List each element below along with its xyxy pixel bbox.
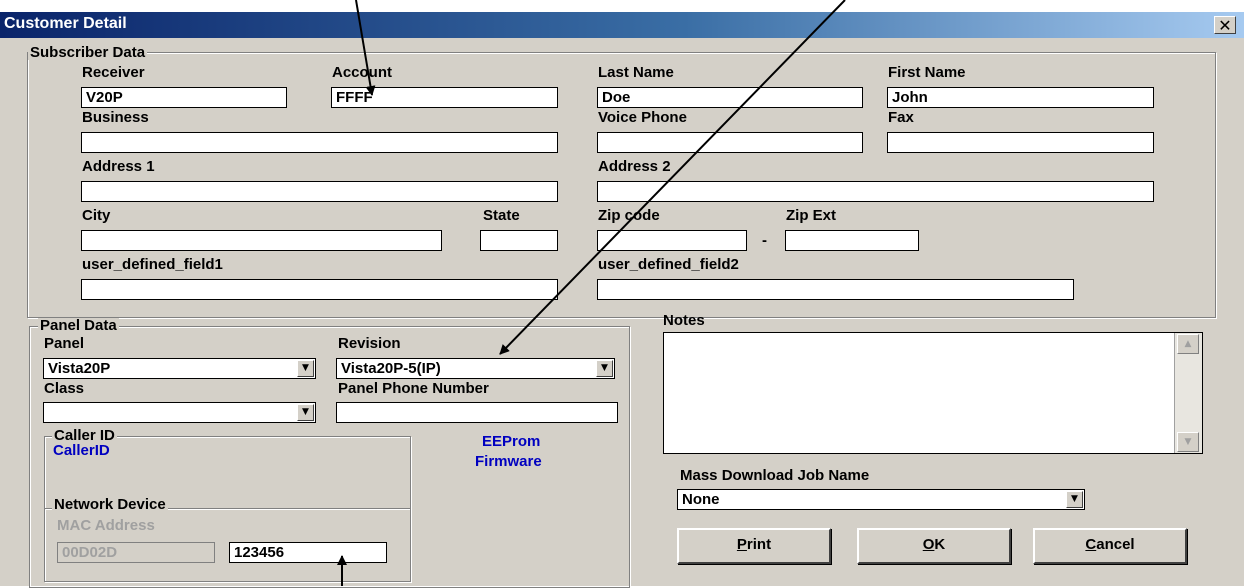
user-defined-field1-input[interactable] <box>81 279 558 300</box>
receiver-label: Receiver <box>82 64 145 81</box>
fax-field[interactable] <box>887 132 1154 153</box>
ok-button-label: K <box>934 536 946 553</box>
user-defined-field2-input[interactable] <box>597 279 1074 300</box>
zip-code-field[interactable] <box>597 230 747 251</box>
network-device-legend: Network Device <box>52 496 168 513</box>
mass-download-select[interactable]: None ▼ <box>677 489 1085 510</box>
mass-download-label: Mass Download Job Name <box>680 467 870 484</box>
address2-field[interactable] <box>597 181 1154 202</box>
user-defined-field1-label: user_defined_field1 <box>82 256 223 273</box>
cancel-button-label: ancel <box>1096 536 1135 553</box>
class-label: Class <box>44 380 85 397</box>
zip-ext-label: Zip Ext <box>786 207 837 224</box>
cancel-button[interactable]: Cancel <box>1033 528 1187 564</box>
account-label: Account <box>332 64 392 81</box>
voice-phone-field[interactable] <box>597 132 863 153</box>
last-name-field[interactable]: Doe <box>597 87 863 108</box>
arrow-down-icon[interactable]: ▼ <box>1177 432 1199 452</box>
mass-download-value: None <box>682 491 720 508</box>
city-label: City <box>82 207 111 224</box>
panel-select-value: Vista20P <box>48 360 111 377</box>
ok-accelerator: O <box>922 536 935 553</box>
print-button-label: rint <box>746 536 772 553</box>
notes-label: Notes <box>663 312 705 329</box>
window-title: Customer Detail <box>4 15 127 32</box>
panel-phone-field[interactable] <box>336 402 618 423</box>
account-field[interactable]: FFFF <box>331 87 558 108</box>
caller-id-legend: Caller ID <box>52 427 117 444</box>
revision-select-value: Vista20P-5(IP) <box>341 360 441 377</box>
notes-textarea[interactable]: ▲ ▼ <box>663 332 1203 454</box>
chevron-down-icon[interactable]: ▼ <box>297 404 314 421</box>
chevron-down-icon[interactable]: ▼ <box>297 360 314 377</box>
first-name-label: First Name <box>888 64 966 81</box>
title-bar: Customer Detail ✕ <box>0 12 1244 38</box>
revision-label: Revision <box>338 335 401 352</box>
state-label: State <box>483 207 520 224</box>
mac-address-label: MAC Address <box>57 517 155 534</box>
panel-select[interactable]: Vista20P ▼ <box>43 358 316 379</box>
zip-code-label: Zip code <box>598 207 660 224</box>
user-defined-field2-label: user_defined_field2 <box>598 256 739 273</box>
caller-id-value: CallerID <box>53 442 110 459</box>
close-button[interactable]: ✕ <box>1214 16 1236 34</box>
ok-button[interactable]: OK <box>857 528 1011 564</box>
mac-prefix-field: 00D02D <box>57 542 215 563</box>
close-icon: ✕ <box>1218 16 1232 35</box>
revision-select[interactable]: Vista20P-5(IP) ▼ <box>336 358 615 379</box>
panel-label: Panel <box>44 335 85 352</box>
panel-data-legend: Panel Data <box>38 317 119 334</box>
address1-label: Address 1 <box>82 158 155 175</box>
address1-field[interactable] <box>81 181 558 202</box>
eeprom-label: EEProm <box>482 433 541 450</box>
voice-phone-label: Voice Phone <box>598 109 687 126</box>
city-field[interactable] <box>81 230 442 251</box>
firmware-label: Firmware <box>475 453 542 470</box>
print-button[interactable]: Print <box>677 528 831 564</box>
last-name-label: Last Name <box>598 64 674 81</box>
first-name-field[interactable]: John <box>887 87 1154 108</box>
business-field[interactable] <box>81 132 558 153</box>
receiver-field[interactable]: V20P <box>81 87 287 108</box>
arrow-up-icon[interactable]: ▲ <box>1177 334 1199 354</box>
print-accelerator: P <box>736 536 747 553</box>
class-select[interactable]: ▼ <box>43 402 316 423</box>
notes-scrollbar[interactable]: ▲ ▼ <box>1174 333 1202 453</box>
panel-phone-label: Panel Phone Number <box>338 380 489 397</box>
mac-suffix-field[interactable]: 123456 <box>229 542 387 563</box>
state-field[interactable] <box>480 230 558 251</box>
business-label: Business <box>82 109 149 126</box>
chevron-down-icon[interactable]: ▼ <box>596 360 613 377</box>
zip-separator: - <box>762 232 767 249</box>
address2-label: Address 2 <box>598 158 671 175</box>
cancel-accelerator: C <box>1085 536 1097 553</box>
zip-ext-field[interactable] <box>785 230 919 251</box>
customer-detail-window: Customer Detail ✕ Subscriber Data Receiv… <box>0 12 1244 588</box>
subscriber-data-legend: Subscriber Data <box>28 44 148 61</box>
fax-label: Fax <box>888 109 914 126</box>
chevron-down-icon[interactable]: ▼ <box>1066 491 1083 508</box>
